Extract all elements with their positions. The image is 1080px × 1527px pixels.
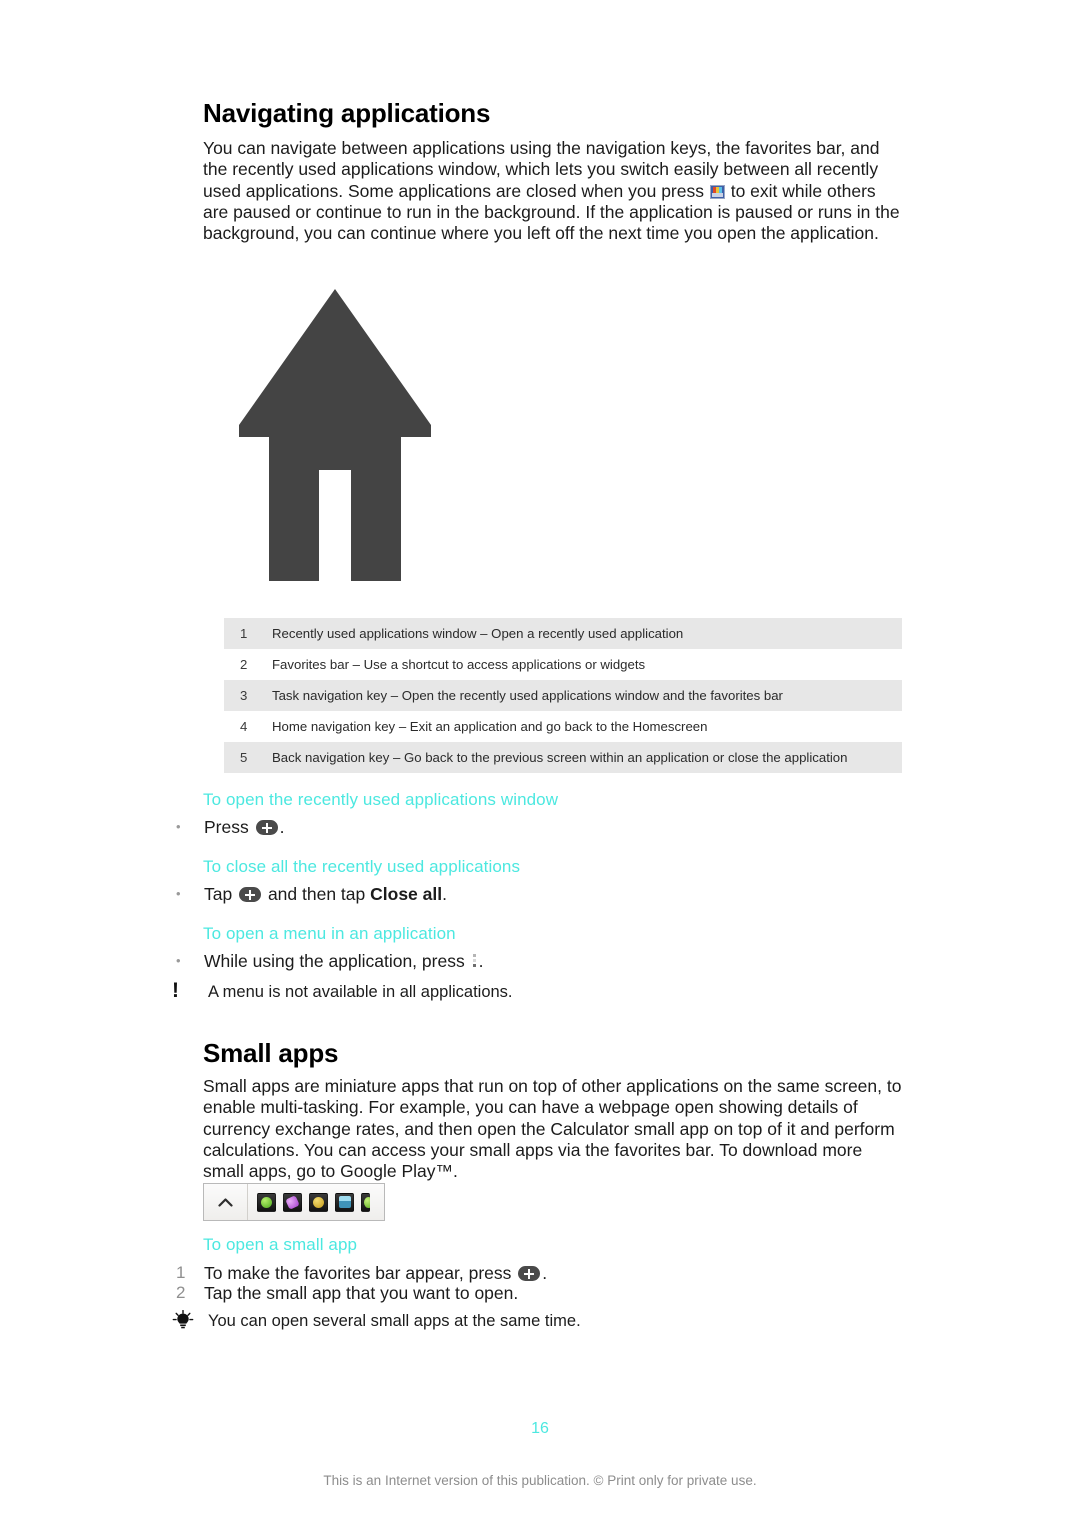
page-title-navigating-applications: Navigating applications <box>203 98 491 128</box>
step-text-after-icon: . <box>478 951 484 971</box>
legend-text: Favorites bar – Use a shortcut to access… <box>272 657 646 672</box>
legend-number: 4 <box>240 719 248 734</box>
legend-number: 3 <box>240 688 248 703</box>
note-warning-text: A menu is not available in all applicati… <box>208 983 513 1001</box>
exclamation-note-icon: ! <box>172 979 179 1002</box>
legend-text: Home navigation key – Exit an applicatio… <box>272 719 708 734</box>
list-item: • Tap and then tap Close all. <box>176 883 916 905</box>
note-tip-text: You can open several small apps at the s… <box>208 1312 581 1330</box>
list-item-content: While using the application, press . <box>204 950 483 972</box>
navigation-arrow-illustration <box>239 289 431 581</box>
navigation-arrow-figure <box>235 285 435 585</box>
overflow-menu-icon <box>472 954 477 969</box>
close-all-label: Close all <box>370 884 443 904</box>
task-heading-close-all: To close all the recently used applicati… <box>203 857 521 876</box>
bullet-marker: • <box>176 953 181 968</box>
list-number: 1 <box>176 1263 186 1282</box>
intro-paragraph: You can navigate between applications us… <box>203 138 903 244</box>
list-item-content: To make the favorites bar appear, press … <box>204 1262 547 1284</box>
task-key-plus-icon <box>239 887 262 902</box>
page-title-small-apps: Small apps <box>203 1038 339 1068</box>
step-text-before-icon: While using the application, press <box>204 951 470 971</box>
step-text-after-icon: . <box>279 817 285 837</box>
list-item: • Press . <box>176 816 916 838</box>
table-row: 5 Back navigation key – Go back to the p… <box>224 742 902 773</box>
note-tip: You can open several small apps at the s… <box>172 1309 912 1332</box>
document-page: Navigating applications You can navigate… <box>0 0 1080 1527</box>
home-key-icon <box>709 184 725 199</box>
list-number: 2 <box>176 1283 186 1302</box>
task-key-plus-icon <box>255 820 278 835</box>
bullet-marker: • <box>176 886 181 901</box>
legend-text: Recently used applications window – Open… <box>272 626 684 641</box>
step-text-before-icon: Tap <box>204 884 238 904</box>
small-app-calculator[interactable] <box>335 1192 354 1212</box>
legend-number: 5 <box>240 750 248 765</box>
legend-number: 1 <box>240 626 248 641</box>
list-item: • While using the application, press . <box>176 950 916 972</box>
step-text-middle: and then tap <box>263 884 371 904</box>
list-item: 2 Tap the small app that you want to open… <box>176 1282 916 1304</box>
bullet-marker: • <box>176 819 181 834</box>
step-text-after-icon: . <box>542 1263 548 1283</box>
step-text-before-icon: To make the favorites bar appear, press <box>204 1263 517 1283</box>
list-item-content: Tap the small app that you want to open. <box>204 1283 519 1303</box>
task-key-plus-icon <box>518 1266 541 1281</box>
legend-table: 1 Recently used applications window – Op… <box>224 618 902 773</box>
favorites-bar-widget[interactable] <box>203 1183 385 1221</box>
table-row: 2 Favorites bar – Use a shortcut to acce… <box>224 649 902 680</box>
page-number: 16 <box>531 1420 549 1437</box>
task-heading-open-small-app: To open a small app <box>203 1235 358 1254</box>
small-apps-paragraph: Small apps are miniature apps that run o… <box>203 1076 902 1182</box>
small-app-partial[interactable] <box>361 1192 370 1212</box>
legend-text: Back navigation key – Go back to the pre… <box>272 750 848 765</box>
table-row: 4 Home navigation key – Exit an applicat… <box>224 711 902 742</box>
lightbulb-tip-icon <box>172 1309 208 1332</box>
task-heading-open-menu: To open a menu in an application <box>203 924 456 943</box>
legend-text: Task navigation key – Open the recently … <box>272 688 783 703</box>
step-text-after: . <box>442 884 447 904</box>
footer-notice: This is an Internet version of this publ… <box>323 1473 757 1488</box>
list-item: 1 To make the favorites bar appear, press… <box>176 1262 916 1284</box>
small-app-green[interactable] <box>257 1192 276 1212</box>
small-app-gold[interactable] <box>309 1192 328 1212</box>
task-heading-open-recents: To open the recently used applications w… <box>203 790 559 809</box>
step-text-before-icon: Press <box>204 817 254 837</box>
favorites-bar-apps <box>248 1192 370 1212</box>
table-row: 3 Task navigation key – Open the recentl… <box>224 680 902 711</box>
small-app-purple[interactable] <box>283 1192 302 1212</box>
chevron-up-icon[interactable] <box>204 1184 248 1220</box>
note-warning: ! A menu is not available in all applicat… <box>172 979 912 1003</box>
legend-number: 2 <box>240 657 248 672</box>
table-row: 1 Recently used applications window – Op… <box>224 618 902 649</box>
list-item-content: Tap and then tap Close all. <box>204 883 447 905</box>
list-item-content: Press . <box>204 816 284 838</box>
